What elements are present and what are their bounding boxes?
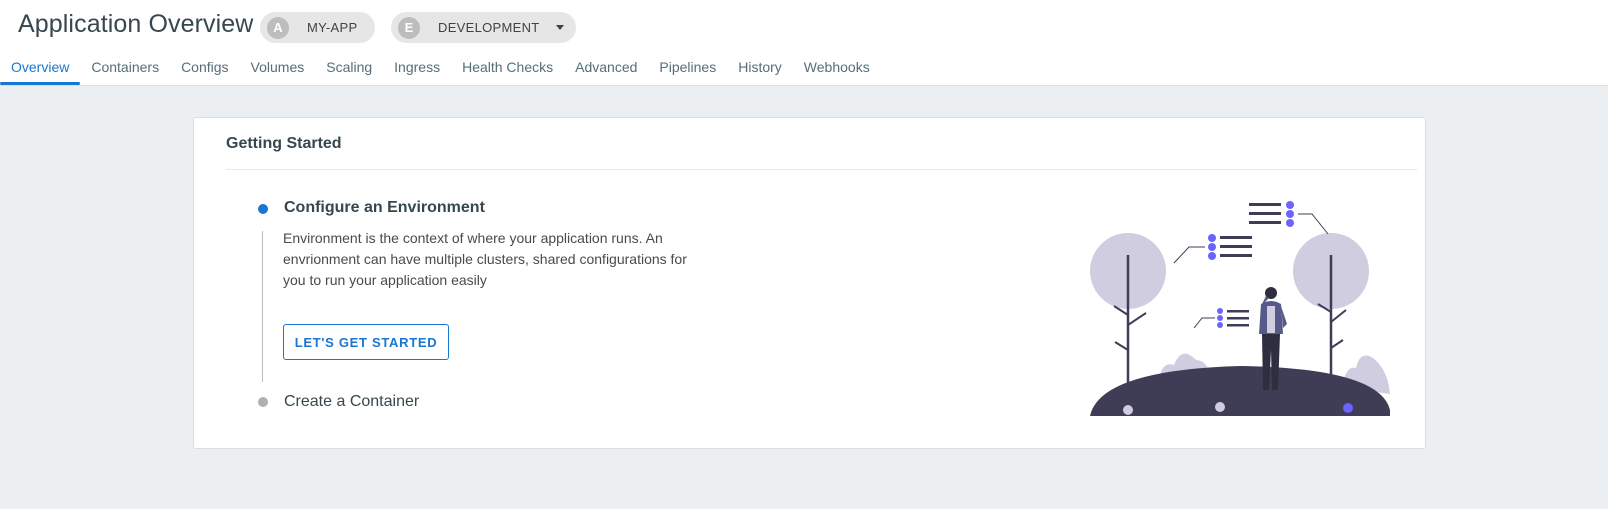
tab-configs[interactable]: Configs: [170, 54, 239, 86]
environment-selector-chip[interactable]: E DEVELOPMENT: [391, 12, 576, 43]
page-title: Application Overview: [18, 10, 254, 38]
tab-ingress[interactable]: Ingress: [383, 54, 451, 86]
list-icon-left: [1173, 234, 1252, 264]
tab-health-checks[interactable]: Health Checks: [451, 54, 564, 86]
getting-started-card: Getting Started Configure an Environment…: [193, 117, 1426, 449]
card-title: Getting Started: [226, 135, 342, 152]
app-avatar: A: [267, 16, 289, 39]
tab-history[interactable]: History: [727, 54, 793, 86]
step-indicator-pending: [258, 397, 268, 407]
lets-get-started-button[interactable]: LET'S GET STARTED: [283, 324, 449, 360]
tab-advanced[interactable]: Advanced: [564, 54, 648, 86]
top-bar: Application Overview A MY-APP E DEVELOPM…: [0, 0, 1608, 86]
environment-name-label: DEVELOPMENT: [438, 20, 540, 35]
app-selector-chip[interactable]: A MY-APP: [260, 12, 375, 43]
step-description: Environment is the context of where your…: [283, 230, 687, 288]
app-name-label: MY-APP: [307, 20, 358, 35]
onboarding-illustration: [1090, 201, 1390, 416]
environment-avatar: E: [398, 16, 420, 39]
list-icon-small: [1193, 308, 1249, 329]
tab-scaling[interactable]: Scaling: [315, 54, 383, 86]
chevron-down-icon[interactable]: [555, 25, 564, 30]
list-icon-top: [1249, 201, 1329, 235]
card-divider: [226, 169, 1417, 170]
tab-webhooks[interactable]: Webhooks: [793, 54, 881, 86]
tab-volumes[interactable]: Volumes: [240, 54, 316, 86]
tab-containers[interactable]: Containers: [80, 54, 170, 86]
step-indicator-active: [258, 204, 268, 214]
tab-overview[interactable]: Overview: [0, 54, 81, 86]
tab-pipelines[interactable]: Pipelines: [648, 54, 727, 86]
tab-bar: Overview Containers Configs Volumes Scal…: [0, 54, 881, 86]
step-title-create-container: Create a Container: [284, 393, 420, 410]
step-connector-line: [262, 231, 263, 382]
step-title-configure-environment: Configure an Environment: [284, 199, 485, 216]
